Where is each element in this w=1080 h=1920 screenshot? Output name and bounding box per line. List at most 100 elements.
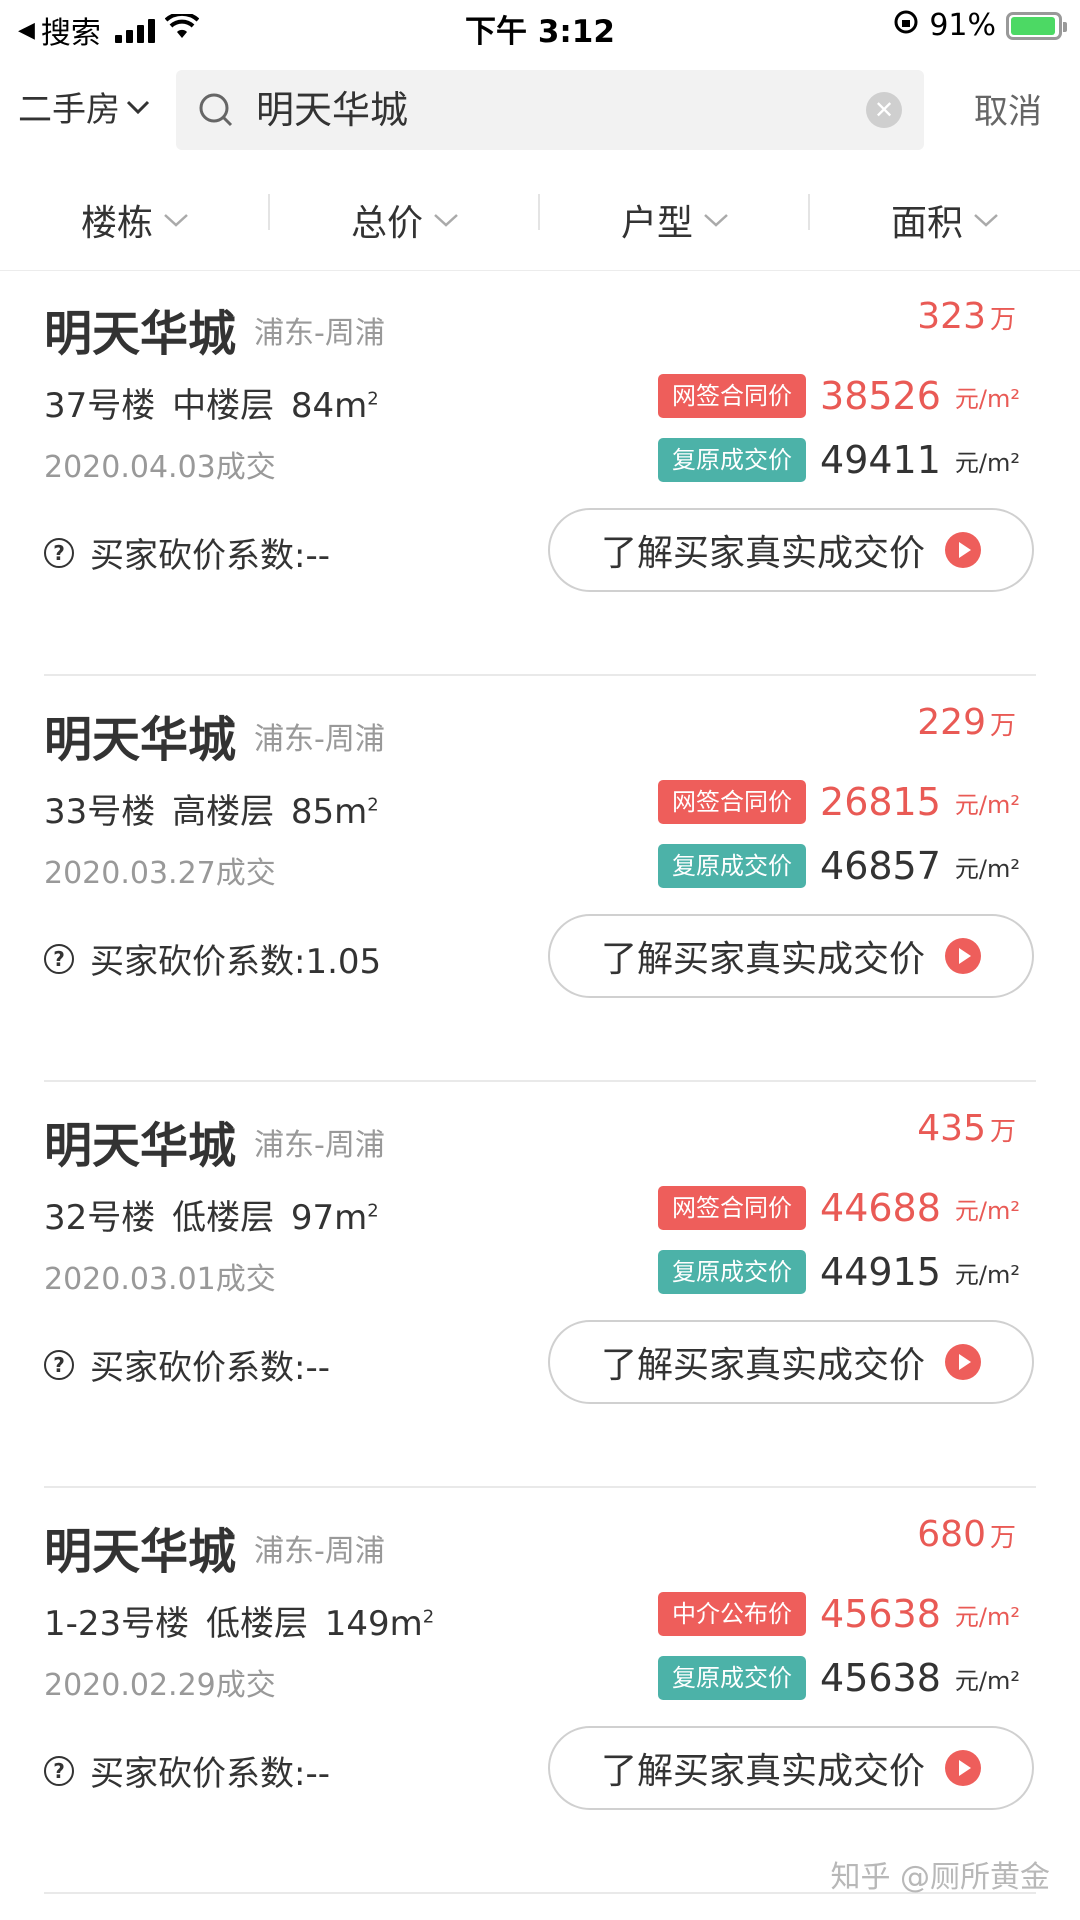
question-icon[interactable]: ? — [44, 943, 74, 974]
battery-icon — [1006, 11, 1067, 40]
contract-price: 38526 — [820, 374, 941, 418]
unit-info-text: 32号楼 低楼层 97m — [44, 1198, 368, 1238]
price-unit: 元/m² — [954, 1260, 1020, 1289]
district: 浦东-周浦 — [254, 1128, 385, 1163]
real-price-button[interactable]: 了解买家真实成交价 — [548, 914, 1034, 998]
coefficient-label: 买家砍价系数:1.05 — [90, 942, 382, 982]
filter-building[interactable]: 楼栋 — [0, 174, 270, 266]
real-price-button[interactable]: 了解买家真实成交价 — [548, 1726, 1034, 1810]
question-icon[interactable]: ? — [44, 1349, 74, 1380]
restored-price-row: 复原成交价 45638 元/m² — [658, 1656, 1020, 1700]
price-unit: 元/m² — [954, 854, 1020, 883]
price-unit: 元/m² — [954, 1602, 1020, 1631]
total-price-value: 680 — [917, 1514, 986, 1555]
restored-price: 46857 — [820, 844, 941, 888]
price-tag: 复原成交价 — [658, 844, 807, 888]
listing-type-label: 二手房 — [18, 90, 120, 130]
price-tag: 中介公布价 — [658, 1592, 807, 1636]
price-unit: 元/m² — [954, 384, 1020, 413]
real-price-button[interactable]: 了解买家真实成交价 — [548, 508, 1034, 592]
filter-bar: 楼栋 总价 户型 面积 — [0, 178, 1080, 271]
filter-label: 户型 — [620, 203, 693, 244]
price-tag: 网签合同价 — [658, 780, 807, 824]
community-name: 明天华城 — [44, 712, 237, 768]
unit-info-text: 33号楼 高楼层 85m — [44, 792, 368, 832]
total-price: 680 万 — [917, 1514, 1016, 1555]
unit-info-text: 1-23号楼 低楼层 149m — [44, 1604, 423, 1644]
district: 浦东-周浦 — [254, 316, 385, 351]
real-price-button[interactable]: 了解买家真实成交价 — [548, 1320, 1034, 1404]
community-name: 明天华城 — [44, 1524, 237, 1580]
agency-price: 45638 — [820, 1592, 941, 1636]
filter-layout[interactable]: 户型 — [540, 174, 810, 266]
search-box[interactable]: ✕ — [176, 70, 924, 150]
listing-card[interactable]: 明天华城 浦东-周浦 435 万 32号楼 低楼层 97m2 2020.03.01… — [0, 1082, 1080, 1488]
price-tag: 复原成交价 — [658, 1656, 807, 1700]
listing-card[interactable]: 明天华城 浦东-周浦 229 万 33号楼 高楼层 85m2 2020.03.27… — [0, 676, 1080, 1082]
district: 浦东-周浦 — [254, 722, 385, 757]
chevron-down-icon — [704, 214, 728, 227]
community-name: 明天华城 — [44, 1118, 237, 1174]
total-price-value: 229 — [917, 702, 986, 743]
restored-price: 49411 — [820, 438, 941, 482]
price-tag: 复原成交价 — [658, 1250, 807, 1294]
bargain-coefficient: ? 买家砍价系数:-- — [44, 1746, 330, 1795]
chevron-down-icon — [126, 100, 150, 114]
filter-total-price[interactable]: 总价 — [270, 174, 540, 266]
watermark: 知乎 @厕所黄金 — [830, 1860, 1050, 1895]
unit-info-text: 37号楼 中楼层 84m — [44, 386, 368, 426]
listing-type-dropdown[interactable]: 二手房 — [18, 82, 150, 131]
play-icon — [945, 1750, 981, 1786]
price-tag: 网签合同价 — [658, 1186, 807, 1230]
filter-label: 总价 — [350, 203, 423, 244]
listing-list: 明天华城 浦东-周浦 323 万 37号楼 中楼层 84m2 2020.04.03… — [0, 270, 1080, 1894]
contract-price: 44688 — [820, 1186, 941, 1230]
button-label: 了解买家真实成交价 — [600, 1751, 925, 1792]
status-bar: ◀ 搜索 下午 3:12 91% — [0, 0, 1080, 56]
contract-price-row: 网签合同价 26815 元/m² — [658, 780, 1020, 824]
total-price-unit: 万 — [989, 711, 1016, 741]
coefficient-label: 买家砍价系数:-- — [90, 1754, 330, 1794]
rotation-lock-icon — [893, 8, 919, 43]
deal-date: 2020.02.29成交 — [44, 1668, 276, 1703]
bargain-coefficient: ? 买家砍价系数:1.05 — [44, 934, 381, 983]
play-icon — [945, 532, 981, 568]
question-icon[interactable]: ? — [44, 1755, 74, 1786]
restored-price-row: 复原成交价 49411 元/m² — [658, 438, 1020, 482]
unit-info: 32号楼 低楼层 97m2 — [44, 1198, 379, 1238]
total-price-unit: 万 — [989, 1523, 1016, 1553]
price-unit: 元/m² — [954, 1196, 1020, 1225]
status-right: 91% — [893, 8, 1067, 43]
total-price: 435 万 — [917, 1108, 1016, 1149]
listing-card[interactable]: 明天华城 浦东-周浦 323 万 37号楼 中楼层 84m2 2020.04.03… — [0, 270, 1080, 676]
total-price: 229 万 — [917, 702, 1016, 743]
price-unit: 元/m² — [954, 790, 1020, 819]
chevron-down-icon — [434, 214, 458, 227]
clear-icon[interactable]: ✕ — [866, 92, 902, 128]
search-input[interactable] — [256, 84, 816, 128]
search-icon — [199, 93, 233, 127]
price-tag: 复原成交价 — [658, 438, 807, 482]
price-unit: 元/m² — [954, 1666, 1020, 1695]
chevron-down-icon — [974, 214, 998, 227]
filter-area[interactable]: 面积 — [810, 174, 1080, 266]
total-price-unit: 万 — [989, 1117, 1016, 1147]
filter-label: 楼栋 — [80, 203, 153, 244]
bargain-coefficient: ? 买家砍价系数:-- — [44, 1340, 330, 1389]
total-price: 323 万 — [917, 296, 1016, 337]
unit-info: 33号楼 高楼层 85m2 — [44, 792, 379, 832]
agency-price-row: 中介公布价 45638 元/m² — [658, 1592, 1020, 1636]
restored-price-row: 复原成交价 44915 元/m² — [658, 1250, 1020, 1294]
deal-date: 2020.03.27成交 — [44, 856, 276, 891]
contract-price-row: 网签合同价 44688 元/m² — [658, 1186, 1020, 1230]
search-row: 二手房 ✕ 取消 — [0, 64, 1080, 154]
bargain-coefficient: ? 买家砍价系数:-- — [44, 528, 330, 577]
cancel-button[interactable]: 取消 — [974, 84, 1042, 133]
question-icon[interactable]: ? — [44, 537, 74, 568]
restored-price: 45638 — [820, 1656, 941, 1700]
battery-percent: 91% — [929, 8, 996, 43]
total-price-unit: 万 — [989, 305, 1016, 335]
restored-price-row: 复原成交价 46857 元/m² — [658, 844, 1020, 888]
listing-card[interactable]: 明天华城 浦东-周浦 680 万 1-23号楼 低楼层 149m2 2020.02… — [0, 1488, 1080, 1894]
deal-date: 2020.04.03成交 — [44, 450, 276, 485]
